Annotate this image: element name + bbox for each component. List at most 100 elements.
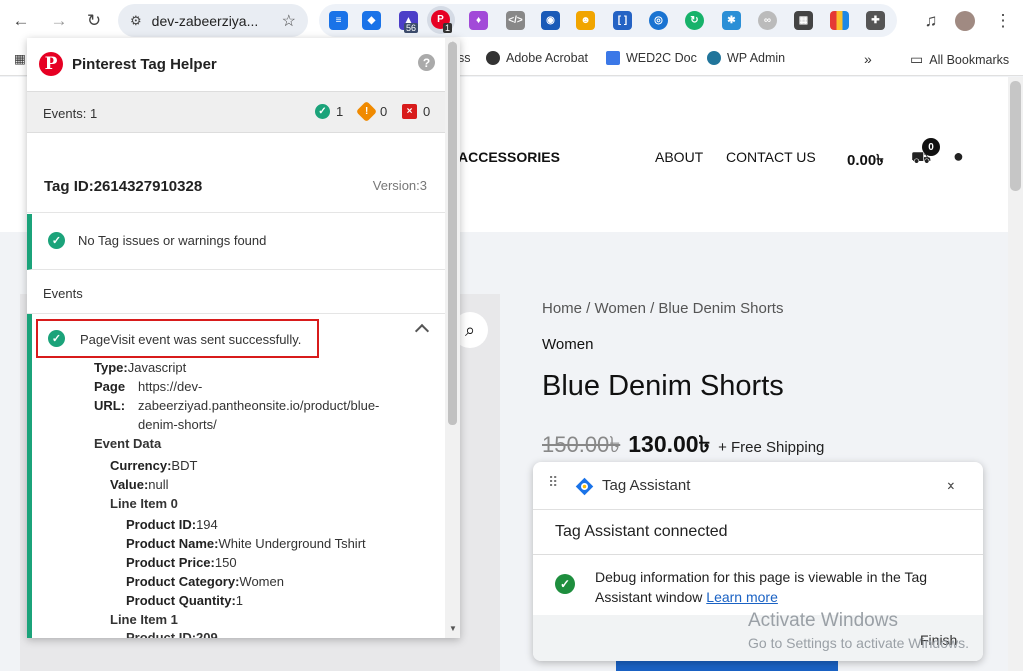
product-category-label: Product Category: (126, 574, 240, 589)
flame-icon[interactable]: ♦ (469, 11, 488, 30)
code-icon[interactable]: </> (506, 11, 525, 30)
avatar[interactable] (955, 11, 975, 31)
help-icon[interactable]: ? (418, 54, 435, 71)
refresh-circle-icon[interactable]: ↻ (685, 11, 704, 30)
scroll-down-icon[interactable]: ▼ (449, 624, 457, 633)
learn-more-link[interactable]: Learn more (706, 589, 778, 605)
tag-assistant-logo-icon (575, 477, 594, 496)
events-heading: Events (43, 286, 83, 301)
old-price: 150.00৳ (542, 432, 621, 457)
menu-item-about[interactable]: ABOUT (655, 149, 703, 165)
product-id-value: 194 (196, 517, 218, 532)
events-count: Events: 1 (43, 106, 98, 121)
product-price-value: 150 (214, 555, 237, 570)
value-value: null (148, 477, 169, 492)
page-scrollbar-thumb[interactable] (1010, 81, 1021, 191)
media-controls-icon[interactable]: ♫ (918, 8, 944, 34)
success-check-icon: ✓ (315, 104, 330, 119)
error-icon: × (402, 104, 417, 119)
pinterest-tag-helper-panel: P Pinterest Tag Helper ? Events: 1 ✓ 1 !… (27, 38, 460, 638)
currency-label: Currency: (110, 458, 172, 473)
tag-version: Version:3 (372, 178, 427, 193)
wordpress-icon (707, 51, 721, 65)
pinterest-extension-button[interactable]: P 1 (427, 6, 455, 34)
puzzle-icon[interactable]: ✚ (866, 11, 885, 30)
address-bar[interactable]: ⚙ dev-zabeerziya... ☆ (118, 4, 308, 37)
pinterest-logo-icon: P (39, 52, 63, 76)
tag-assistant-title: Tag Assistant (602, 477, 691, 494)
panel-scrollbar-thumb[interactable] (448, 42, 457, 425)
site-info-icon[interactable]: ⚙ (130, 13, 142, 29)
product-name-value: White Underground Tshirt (218, 536, 366, 551)
brackets-icon[interactable]: [ ] (613, 11, 632, 30)
tag-id-row: Tag ID:2614327910328 Version:3 (27, 175, 445, 213)
bookmark-adobe-acrobat[interactable]: Adobe Acrobat (486, 51, 588, 65)
stack-icon[interactable]: ≡ (329, 11, 348, 30)
face-icon[interactable]: ☻ (576, 11, 595, 30)
page-scrollbar[interactable] (1008, 77, 1023, 671)
currency-row: Currency:BDT (110, 456, 197, 475)
check-circle-icon: ✓ (48, 232, 65, 249)
check-circle-icon: ✓ (48, 330, 65, 347)
apps-grid-icon[interactable]: ▦ (14, 51, 26, 66)
url-line: zabeerziyad.pantheonsite.io/product/blue… (138, 398, 380, 413)
cart-total[interactable]: 0.00৳ (847, 149, 884, 174)
tag-id: Tag ID:2614327910328 (44, 178, 203, 195)
panel-scrollbar[interactable]: ▲ ▼ (445, 38, 460, 638)
account-icon[interactable]: ● (953, 146, 964, 167)
url-line: https://dev- (138, 379, 203, 394)
extension-badge-1: 1 (443, 23, 453, 33)
debug-info-message: ✓ Debug information for this page is vie… (533, 555, 983, 615)
back-icon[interactable]: ← (8, 8, 34, 34)
extensions-bar: ≡ ◆ ▲ 56 P 1 ♦ </> ◉ ☻ [ ] ◎ ↻ ✱ ∞ ▦ ✚ (319, 4, 897, 37)
menu-item-contact[interactable]: CONTACT US (726, 149, 816, 165)
page-title: Blue Denim Shorts (542, 370, 784, 402)
menu-item-accessories[interactable]: ACCESSORIES (458, 149, 560, 165)
page-url-label-line1: Page (94, 379, 126, 394)
type-value: Javascript (127, 360, 187, 375)
collapse-icon[interactable]: ⌄ ⌃ (945, 474, 957, 498)
page-url-label: Page URL: (94, 377, 134, 415)
bug-icon[interactable]: ✱ (722, 11, 741, 30)
type-label: Type: (94, 360, 128, 375)
doc-icon (606, 51, 620, 65)
bookmark-star-icon[interactable]: ☆ (282, 11, 296, 31)
reload-icon[interactable]: ↻ (81, 8, 107, 34)
bookmark-wed2c-doc[interactable]: WED2C Doc (606, 51, 697, 65)
color-grid-icon[interactable] (830, 11, 849, 30)
panel-title: Pinterest Tag Helper (72, 56, 217, 73)
bookmark-all-bookmarks[interactable]: ▭ All Bookmarks (910, 51, 1009, 68)
menu-kebab-icon[interactable]: ⋮ (990, 8, 1016, 34)
no-issues-row: ✓ No Tag issues or warnings found (27, 214, 445, 270)
line-item-1-heading: Line Item 1 (110, 612, 178, 627)
folder-icon: ▭ (910, 51, 924, 67)
warning-count: 0 (380, 104, 388, 119)
product-price-label: Product Price: (126, 555, 215, 570)
product-category: Women (542, 336, 594, 353)
globe-icon (486, 51, 500, 65)
activate-windows-watermark: Activate Windows Go to Settings to activ… (748, 610, 969, 651)
bookmark-wp-admin[interactable]: WP Admin (707, 51, 785, 65)
collapse-chevron-icon[interactable] (414, 323, 430, 339)
more-bookmarks-icon[interactable]: » (864, 51, 872, 67)
eye-circle-icon[interactable]: ◎ (649, 11, 668, 30)
product-quantity-row: Product Quantity:1 (126, 591, 243, 610)
product-id-row: Product ID:194 (126, 515, 218, 534)
product-quantity-value: 1 (235, 593, 244, 608)
event-status-highlight[interactable]: ✓ PageVisit event was sent successfully. (36, 319, 319, 358)
eye-box-icon[interactable]: ◉ (541, 11, 560, 30)
page-url-value: https://dev- zabeerziyad.pantheonsite.io… (138, 377, 379, 434)
forward-icon[interactable]: → (46, 8, 72, 34)
add-to-cart-button[interactable] (616, 660, 838, 671)
warning-icon: ! (355, 100, 378, 123)
product-name-label: Product Name: (126, 536, 219, 551)
breadcrumb[interactable]: Home / Women / Blue Denim Shorts (542, 300, 783, 317)
drag-handle-icon[interactable]: ⠿ (548, 475, 558, 489)
product-quantity-label: Product Quantity: (126, 593, 236, 608)
browser-toolbar: ← → ↻ ⚙ dev-zabeerziya... ☆ ≡ ◆ ▲ 56 P 1… (0, 0, 1023, 42)
qr-icon[interactable]: ▦ (794, 11, 813, 30)
check-circle-icon: ✓ (555, 574, 575, 594)
chain-icon[interactable]: ∞ (758, 11, 777, 30)
tag-assistant-header: ⠿ Tag Assistant ⌄ ⌃ (533, 462, 983, 510)
tag-icon[interactable]: ◆ (362, 11, 381, 30)
